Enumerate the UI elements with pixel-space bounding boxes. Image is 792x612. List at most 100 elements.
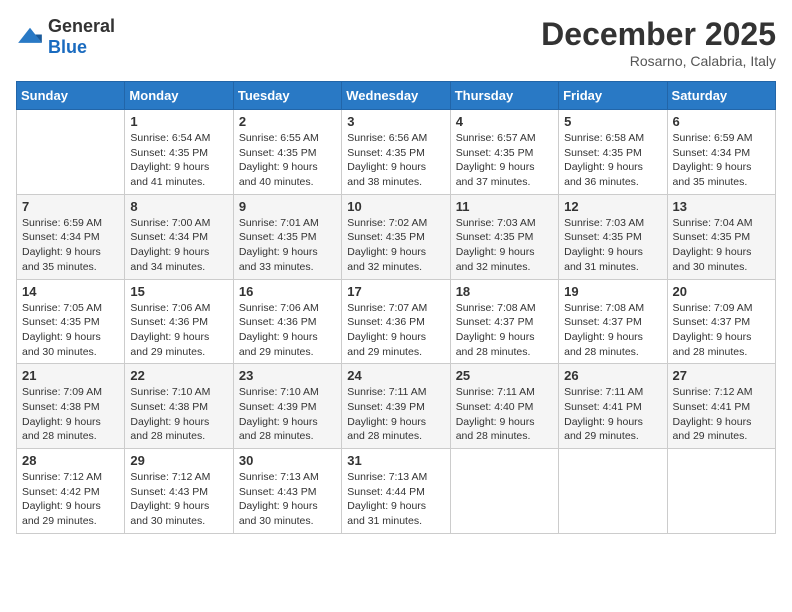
calendar-week-row: 21 Sunrise: 7:09 AMSunset: 4:38 PMDayligh… <box>17 364 776 449</box>
weekday-header: Thursday <box>450 82 558 110</box>
day-number: 30 <box>239 453 336 468</box>
day-number: 9 <box>239 199 336 214</box>
calendar-cell: 10Sunrise: 7:02 AMSunset: 4:35 PMDayligh… <box>342 194 450 279</box>
calendar-body: 1 Sunrise: 6:54 AMSunset: 4:35 PMDaylight… <box>17 110 776 534</box>
weekday-header: Friday <box>559 82 667 110</box>
logo-icon <box>16 26 44 48</box>
calendar-cell: 12Sunrise: 7:03 AMSunset: 4:35 PMDayligh… <box>559 194 667 279</box>
calendar-cell: 25Sunrise: 7:11 AMSunset: 4:40 PMDayligh… <box>450 364 558 449</box>
calendar-cell: 2 Sunrise: 6:55 AMSunset: 4:35 PMDaylight… <box>233 110 341 195</box>
day-info: Sunrise: 7:13 AMSunset: 4:43 PMDaylight:… <box>239 470 336 529</box>
day-info: Sunrise: 7:03 AMSunset: 4:35 PMDaylight:… <box>564 216 661 275</box>
day-info: Sunrise: 7:00 AMSunset: 4:34 PMDaylight:… <box>130 216 227 275</box>
day-number: 21 <box>22 368 119 383</box>
logo-blue: Blue <box>48 37 87 57</box>
day-number: 17 <box>347 284 444 299</box>
day-info: Sunrise: 7:05 AMSunset: 4:35 PMDaylight:… <box>22 301 119 360</box>
day-number: 19 <box>564 284 661 299</box>
calendar-table: SundayMondayTuesdayWednesdayThursdayFrid… <box>16 81 776 534</box>
weekday-header-row: SundayMondayTuesdayWednesdayThursdayFrid… <box>17 82 776 110</box>
calendar-cell: 11 Sunrise: 7:03 AMSunset: 4:35 PMDayligh… <box>450 194 558 279</box>
weekday-header: Tuesday <box>233 82 341 110</box>
day-info: Sunrise: 7:10 AMSunset: 4:38 PMDaylight:… <box>130 385 227 444</box>
day-info: Sunrise: 7:08 AMSunset: 4:37 PMDaylight:… <box>456 301 553 360</box>
calendar-cell: 5Sunrise: 6:58 AMSunset: 4:35 PMDaylight… <box>559 110 667 195</box>
day-number: 4 <box>456 114 553 129</box>
day-number: 22 <box>130 368 227 383</box>
day-number: 10 <box>347 199 444 214</box>
logo-general: General <box>48 16 115 36</box>
calendar-cell <box>450 449 558 534</box>
calendar-cell: 31 Sunrise: 7:13 AMSunset: 4:44 PMDayligh… <box>342 449 450 534</box>
day-info: Sunrise: 7:01 AMSunset: 4:35 PMDaylight:… <box>239 216 336 275</box>
calendar-cell <box>559 449 667 534</box>
day-number: 24 <box>347 368 444 383</box>
day-info: Sunrise: 7:11 AMSunset: 4:39 PMDaylight:… <box>347 385 444 444</box>
calendar-cell: 21 Sunrise: 7:09 AMSunset: 4:38 PMDayligh… <box>17 364 125 449</box>
day-info: Sunrise: 7:06 AMSunset: 4:36 PMDaylight:… <box>239 301 336 360</box>
day-info: Sunrise: 6:57 AMSunset: 4:35 PMDaylight:… <box>456 131 553 190</box>
day-number: 18 <box>456 284 553 299</box>
day-number: 3 <box>347 114 444 129</box>
calendar-week-row: 1 Sunrise: 6:54 AMSunset: 4:35 PMDaylight… <box>17 110 776 195</box>
day-info: Sunrise: 7:09 AMSunset: 4:38 PMDaylight:… <box>22 385 119 444</box>
day-info: Sunrise: 7:11 AMSunset: 4:41 PMDaylight:… <box>564 385 661 444</box>
day-info: Sunrise: 6:55 AMSunset: 4:35 PMDaylight:… <box>239 131 336 190</box>
day-info: Sunrise: 7:09 AMSunset: 4:37 PMDaylight:… <box>673 301 770 360</box>
day-info: Sunrise: 7:12 AMSunset: 4:41 PMDaylight:… <box>673 385 770 444</box>
day-number: 23 <box>239 368 336 383</box>
calendar-cell: 9 Sunrise: 7:01 AMSunset: 4:35 PMDaylight… <box>233 194 341 279</box>
logo-text: General Blue <box>48 16 115 58</box>
calendar-cell <box>17 110 125 195</box>
day-number: 20 <box>673 284 770 299</box>
day-number: 25 <box>456 368 553 383</box>
day-info: Sunrise: 6:58 AMSunset: 4:35 PMDaylight:… <box>564 131 661 190</box>
day-info: Sunrise: 6:54 AMSunset: 4:35 PMDaylight:… <box>130 131 227 190</box>
day-info: Sunrise: 6:59 AMSunset: 4:34 PMDaylight:… <box>22 216 119 275</box>
calendar-cell: 1 Sunrise: 6:54 AMSunset: 4:35 PMDaylight… <box>125 110 233 195</box>
day-number: 14 <box>22 284 119 299</box>
day-info: Sunrise: 7:13 AMSunset: 4:44 PMDaylight:… <box>347 470 444 529</box>
title-area: December 2025 Rosarno, Calabria, Italy <box>541 16 776 69</box>
day-number: 11 <box>456 199 553 214</box>
day-number: 26 <box>564 368 661 383</box>
calendar-cell: 16Sunrise: 7:06 AMSunset: 4:36 PMDayligh… <box>233 279 341 364</box>
day-number: 2 <box>239 114 336 129</box>
calendar-header: SundayMondayTuesdayWednesdayThursdayFrid… <box>17 82 776 110</box>
day-number: 27 <box>673 368 770 383</box>
calendar-cell: 4 Sunrise: 6:57 AMSunset: 4:35 PMDaylight… <box>450 110 558 195</box>
calendar-week-row: 7 Sunrise: 6:59 AMSunset: 4:34 PMDaylight… <box>17 194 776 279</box>
calendar-cell <box>667 449 775 534</box>
calendar-week-row: 28Sunrise: 7:12 AMSunset: 4:42 PMDayligh… <box>17 449 776 534</box>
page-header: General Blue December 2025 Rosarno, Cala… <box>16 16 776 69</box>
day-number: 8 <box>130 199 227 214</box>
calendar-cell: 29Sunrise: 7:12 AMSunset: 4:43 PMDayligh… <box>125 449 233 534</box>
calendar-cell: 28Sunrise: 7:12 AMSunset: 4:42 PMDayligh… <box>17 449 125 534</box>
calendar-cell: 6Sunrise: 6:59 AMSunset: 4:34 PMDaylight… <box>667 110 775 195</box>
day-info: Sunrise: 7:03 AMSunset: 4:35 PMDaylight:… <box>456 216 553 275</box>
month-title: December 2025 <box>541 16 776 53</box>
day-number: 13 <box>673 199 770 214</box>
calendar-cell: 18 Sunrise: 7:08 AMSunset: 4:37 PMDayligh… <box>450 279 558 364</box>
day-number: 1 <box>130 114 227 129</box>
day-info: Sunrise: 7:12 AMSunset: 4:43 PMDaylight:… <box>130 470 227 529</box>
calendar-week-row: 14 Sunrise: 7:05 AMSunset: 4:35 PMDayligh… <box>17 279 776 364</box>
calendar-cell: 23 Sunrise: 7:10 AMSunset: 4:39 PMDayligh… <box>233 364 341 449</box>
day-number: 6 <box>673 114 770 129</box>
day-number: 31 <box>347 453 444 468</box>
calendar-cell: 22 Sunrise: 7:10 AMSunset: 4:38 PMDayligh… <box>125 364 233 449</box>
day-info: Sunrise: 7:08 AMSunset: 4:37 PMDaylight:… <box>564 301 661 360</box>
calendar-cell: 7 Sunrise: 6:59 AMSunset: 4:34 PMDaylight… <box>17 194 125 279</box>
weekday-header: Saturday <box>667 82 775 110</box>
day-info: Sunrise: 7:12 AMSunset: 4:42 PMDaylight:… <box>22 470 119 529</box>
calendar-cell: 17Sunrise: 7:07 AMSunset: 4:36 PMDayligh… <box>342 279 450 364</box>
calendar-cell: 24 Sunrise: 7:11 AMSunset: 4:39 PMDayligh… <box>342 364 450 449</box>
day-number: 7 <box>22 199 119 214</box>
calendar-cell: 15Sunrise: 7:06 AMSunset: 4:36 PMDayligh… <box>125 279 233 364</box>
day-info: Sunrise: 6:56 AMSunset: 4:35 PMDaylight:… <box>347 131 444 190</box>
calendar-cell: 19 Sunrise: 7:08 AMSunset: 4:37 PMDayligh… <box>559 279 667 364</box>
day-number: 15 <box>130 284 227 299</box>
weekday-header: Monday <box>125 82 233 110</box>
logo: General Blue <box>16 16 115 58</box>
day-info: Sunrise: 7:10 AMSunset: 4:39 PMDaylight:… <box>239 385 336 444</box>
